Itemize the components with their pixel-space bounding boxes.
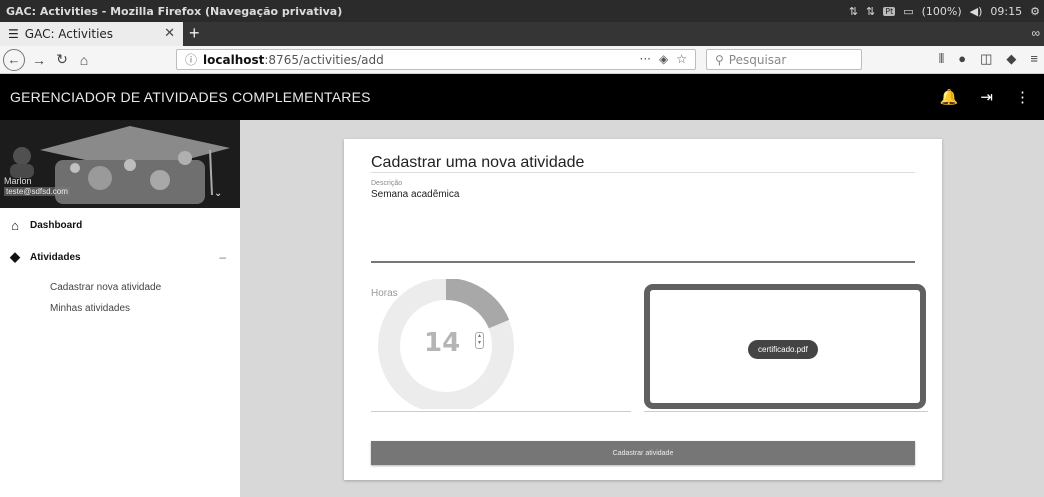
battery-icon[interactable]: ▭	[903, 5, 913, 18]
title-divider	[371, 172, 915, 173]
tab-favicon-icon: ☰	[8, 27, 19, 41]
toolbar-icons: ⫴ ● ◫ ◆ ≡	[939, 51, 1038, 67]
bookmark-star-icon[interactable]: ☆	[676, 52, 687, 66]
user-name: Marlon	[4, 176, 32, 186]
notifications-bell-icon[interactable]: 🔔	[940, 88, 959, 106]
system-tray: ⇅ ⇅ Pt ▭ (100%) ◀) 09:15 ⚙	[849, 0, 1040, 22]
file-dropzone[interactable]: certificado.pdf	[644, 284, 926, 409]
library-icon[interactable]: ⫴	[939, 51, 944, 67]
sidebar-toggle-icon[interactable]: ◫	[980, 51, 992, 67]
dropzone-underline	[644, 411, 928, 412]
url-host: localhost	[203, 52, 265, 67]
sidebar-item-label: Dashboard	[30, 219, 83, 231]
pocket-icon[interactable]: ◈	[659, 52, 668, 66]
submit-activity-button[interactable]: Cadastrar atividade	[371, 441, 915, 465]
tag-icon: ◆	[10, 249, 20, 264]
page-actions-icon[interactable]: ···	[640, 52, 651, 66]
sidebar-item-atividades[interactable]: ◆ Atividades –	[0, 244, 240, 270]
settings-icon[interactable]: ⚙	[1030, 5, 1040, 18]
reload-button[interactable]: ↻	[51, 49, 73, 71]
back-button[interactable]: ←	[3, 48, 25, 71]
network-icon[interactable]: ⇅	[849, 5, 858, 18]
battery-level: (100%)	[921, 4, 962, 18]
navigation-toolbar: ← → ↻ ⌂ ⓘ localhost:8765/activities/add …	[0, 46, 1044, 74]
tab-strip: ☰ GAC: Activities ✕ + ∞	[0, 22, 1044, 46]
window-title: GAC: Activities - Mozilla Firefox (Naveg…	[6, 4, 343, 18]
menu-icon[interactable]: ≡	[1030, 51, 1038, 67]
sidebar: Marlon teste@sdfsd.com ⌄ ⌂ Dashboard ◆ A…	[0, 120, 240, 497]
user-email: teste@sdfsd.com	[4, 187, 70, 196]
sidebar-item-dashboard[interactable]: ⌂ Dashboard	[0, 212, 240, 238]
extension-icon[interactable]: ●	[958, 51, 966, 67]
sidebar-item-label: Atividades	[30, 251, 81, 263]
transfer-icon[interactable]: ⇅	[866, 5, 875, 18]
hours-underline	[371, 411, 631, 412]
sidebar-subitem-cadastrar[interactable]: Cadastrar nova atividade	[50, 282, 161, 293]
tab-title: GAC: Activities	[24, 27, 114, 41]
address-bar[interactable]: ⓘ localhost:8765/activities/add ··· ◈ ☆	[176, 49, 696, 70]
header-actions: 🔔 ⇥ ⋮	[940, 88, 1030, 106]
chevron-down-icon[interactable]: ⌄	[214, 188, 222, 199]
description-underline	[371, 261, 915, 263]
more-vert-icon[interactable]: ⋮	[1015, 88, 1030, 106]
browser-tab[interactable]: ☰ GAC: Activities ✕	[0, 22, 183, 46]
search-icon: ⚲	[715, 52, 724, 67]
user-banner: Marlon teste@sdfsd.com ⌄	[0, 120, 240, 208]
volume-icon[interactable]: ◀)	[970, 5, 983, 18]
info-icon[interactable]: ⓘ	[185, 51, 197, 68]
collapse-icon[interactable]: –	[219, 250, 226, 264]
file-chip[interactable]: certificado.pdf	[748, 340, 818, 359]
search-placeholder: Pesquisar	[728, 52, 787, 67]
form-title: Cadastrar uma nova atividade	[371, 154, 585, 171]
sidebar-subitem-minhas[interactable]: Minhas atividades	[50, 303, 130, 314]
home-button[interactable]: ⌂	[73, 49, 95, 71]
search-input[interactable]: ⚲ Pesquisar	[706, 49, 862, 70]
forward-button[interactable]: →	[27, 49, 51, 71]
hours-input[interactable]: 14	[424, 328, 460, 358]
clock: 09:15	[990, 4, 1023, 18]
addon-icon[interactable]: ◆	[1006, 51, 1016, 67]
app-header: GERENCIADOR DE ATIVIDADES COMPLEMENTARES…	[0, 74, 1044, 120]
description-label: Descrição	[371, 180, 403, 187]
os-title-bar: GAC: Activities - Mozilla Firefox (Naveg…	[0, 0, 1044, 22]
activity-form-card: Cadastrar uma nova atividade Descrição S…	[344, 139, 942, 480]
language-indicator[interactable]: Pt	[883, 6, 896, 16]
url-actions: ··· ◈ ☆	[640, 52, 687, 66]
hours-label: Horas	[371, 288, 398, 299]
logout-icon[interactable]: ⇥	[980, 88, 993, 106]
private-browsing-icon: ∞	[1031, 26, 1040, 40]
description-textarea[interactable]: Semana acadêmica	[371, 189, 459, 200]
url-path: :8765/activities/add	[264, 52, 384, 67]
home-icon: ⌂	[11, 217, 19, 233]
app-title: GERENCIADOR DE ATIVIDADES COMPLEMENTARES	[10, 89, 371, 105]
hours-stepper[interactable]: ▴ ▾	[475, 332, 484, 349]
close-tab-icon[interactable]: ✕	[164, 26, 175, 41]
new-tab-button[interactable]: +	[189, 22, 200, 46]
